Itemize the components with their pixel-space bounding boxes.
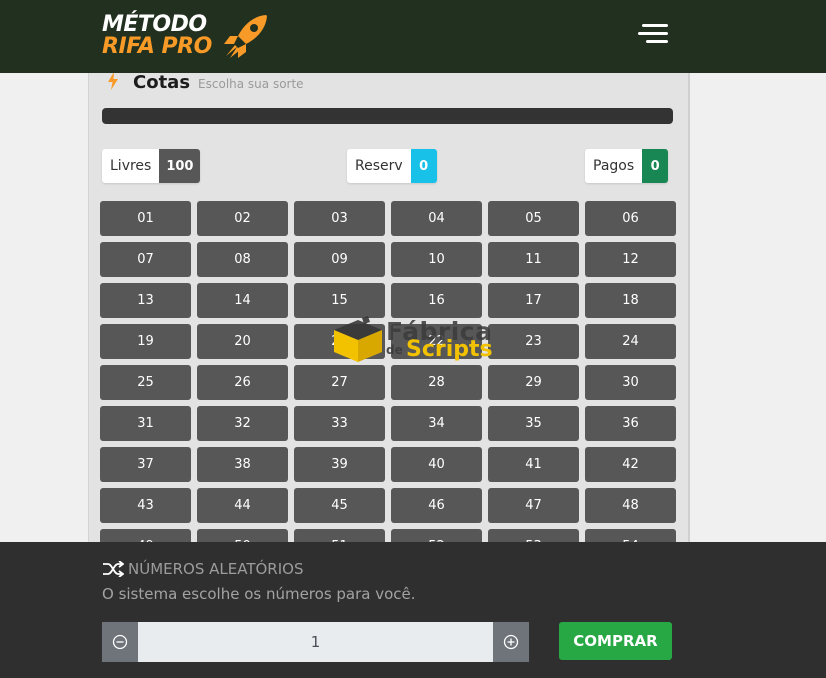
- random-numbers-panel: NÚMEROS ALEATÓRIOS O sistema escolhe os …: [0, 542, 826, 678]
- number-cell[interactable]: 47: [488, 488, 579, 523]
- number-cell[interactable]: 20: [197, 324, 288, 359]
- number-cell[interactable]: 31: [100, 406, 191, 441]
- random-title: NÚMEROS ALEATÓRIOS: [102, 560, 303, 578]
- metodo-rifa-pro-logo[interactable]: MÉTODO RIFA PRO: [102, 10, 272, 64]
- filter-livres-button[interactable]: Livres 100: [102, 149, 201, 183]
- lightning-icon: [108, 72, 118, 90]
- number-cell[interactable]: 13: [100, 283, 191, 318]
- number-cell[interactable]: 45: [294, 488, 385, 523]
- cotas-title: Cotas: [133, 72, 191, 93]
- quantity-input[interactable]: [138, 622, 493, 662]
- number-cell[interactable]: 34: [391, 406, 482, 441]
- number-cell[interactable]: 18: [585, 283, 676, 318]
- number-cell[interactable]: 05: [488, 201, 579, 236]
- cotas-header: Cotas Escolha sua sorte: [107, 70, 304, 96]
- rocket-icon: [224, 15, 267, 58]
- number-cell[interactable]: 39: [294, 447, 385, 482]
- number-cell[interactable]: 44: [197, 488, 288, 523]
- livres-count: 100: [159, 149, 201, 183]
- number-cell[interactable]: 37: [100, 447, 191, 482]
- number-cell[interactable]: 46: [391, 488, 482, 523]
- logo-line-1: MÉTODO: [102, 12, 207, 37]
- cotas-subtitle: Escolha sua sorte: [198, 77, 304, 91]
- number-cell[interactable]: 35: [488, 406, 579, 441]
- hamburger-menu-icon[interactable]: [636, 22, 668, 46]
- number-cell[interactable]: 16: [391, 283, 482, 318]
- pagos-label: Pagos: [585, 149, 643, 183]
- number-cell[interactable]: 02: [197, 201, 288, 236]
- quantity-stepper: [102, 622, 529, 662]
- number-cell[interactable]: 33: [294, 406, 385, 441]
- number-cell[interactable]: 40: [391, 447, 482, 482]
- plus-circle-icon: [503, 634, 519, 650]
- logo-line-2: RIFA PRO: [102, 34, 212, 59]
- filter-reserv-button[interactable]: Reserv 0: [347, 149, 437, 183]
- number-cell[interactable]: 11: [488, 242, 579, 277]
- reserv-count: 0: [410, 149, 437, 183]
- number-cell[interactable]: 27: [294, 365, 385, 400]
- number-cell[interactable]: 10: [391, 242, 482, 277]
- livres-label: Livres: [102, 149, 160, 183]
- sales-progress-bar: [102, 108, 673, 124]
- number-cell[interactable]: 28: [391, 365, 482, 400]
- number-cell[interactable]: 32: [197, 406, 288, 441]
- filter-pagos-button[interactable]: Pagos 0: [585, 149, 669, 183]
- number-cell[interactable]: 12: [585, 242, 676, 277]
- number-cell[interactable]: 36: [585, 406, 676, 441]
- number-cell[interactable]: 19: [100, 324, 191, 359]
- minus-circle-icon: [112, 634, 128, 650]
- number-cell[interactable]: 24: [585, 324, 676, 359]
- random-title-text: NÚMEROS ALEATÓRIOS: [128, 560, 304, 578]
- number-cell[interactable]: 30: [585, 365, 676, 400]
- reserv-label: Reserv: [347, 149, 411, 183]
- random-description: O sistema escolhe os números para você.: [102, 585, 416, 603]
- number-cell[interactable]: 48: [585, 488, 676, 523]
- increment-button[interactable]: [493, 622, 529, 662]
- number-cell[interactable]: 04: [391, 201, 482, 236]
- buy-button[interactable]: COMPRAR: [559, 622, 672, 660]
- number-cell[interactable]: 21: [294, 324, 385, 359]
- cotas-card: Cotas Escolha sua sorte Livres 100 Reser…: [88, 56, 690, 556]
- number-cell[interactable]: 25: [100, 365, 191, 400]
- number-cell[interactable]: 38: [197, 447, 288, 482]
- number-cell[interactable]: 22: [391, 324, 482, 359]
- number-cell[interactable]: 03: [294, 201, 385, 236]
- number-cell[interactable]: 42: [585, 447, 676, 482]
- number-cell[interactable]: 14: [197, 283, 288, 318]
- number-cell[interactable]: 07: [100, 242, 191, 277]
- number-cell[interactable]: 23: [488, 324, 579, 359]
- number-cell[interactable]: 41: [488, 447, 579, 482]
- numbers-grid: 01 02 03 04 05 06 07 08 09 10 11 12 13 14 15 16 17 18 19 20…: [100, 201, 676, 556]
- number-cell[interactable]: 01: [100, 201, 191, 236]
- number-cell[interactable]: 09: [294, 242, 385, 277]
- decrement-button[interactable]: [102, 622, 138, 662]
- number-cell[interactable]: 43: [100, 488, 191, 523]
- number-cell[interactable]: 26: [197, 365, 288, 400]
- number-cell[interactable]: 08: [197, 242, 288, 277]
- pagos-count: 0: [642, 149, 669, 183]
- shuffle-icon: [103, 561, 124, 577]
- number-cell[interactable]: 29: [488, 365, 579, 400]
- app-header: MÉTODO RIFA PRO: [0, 0, 826, 73]
- number-cell[interactable]: 17: [488, 283, 579, 318]
- number-cell[interactable]: 06: [585, 201, 676, 236]
- number-cell[interactable]: 15: [294, 283, 385, 318]
